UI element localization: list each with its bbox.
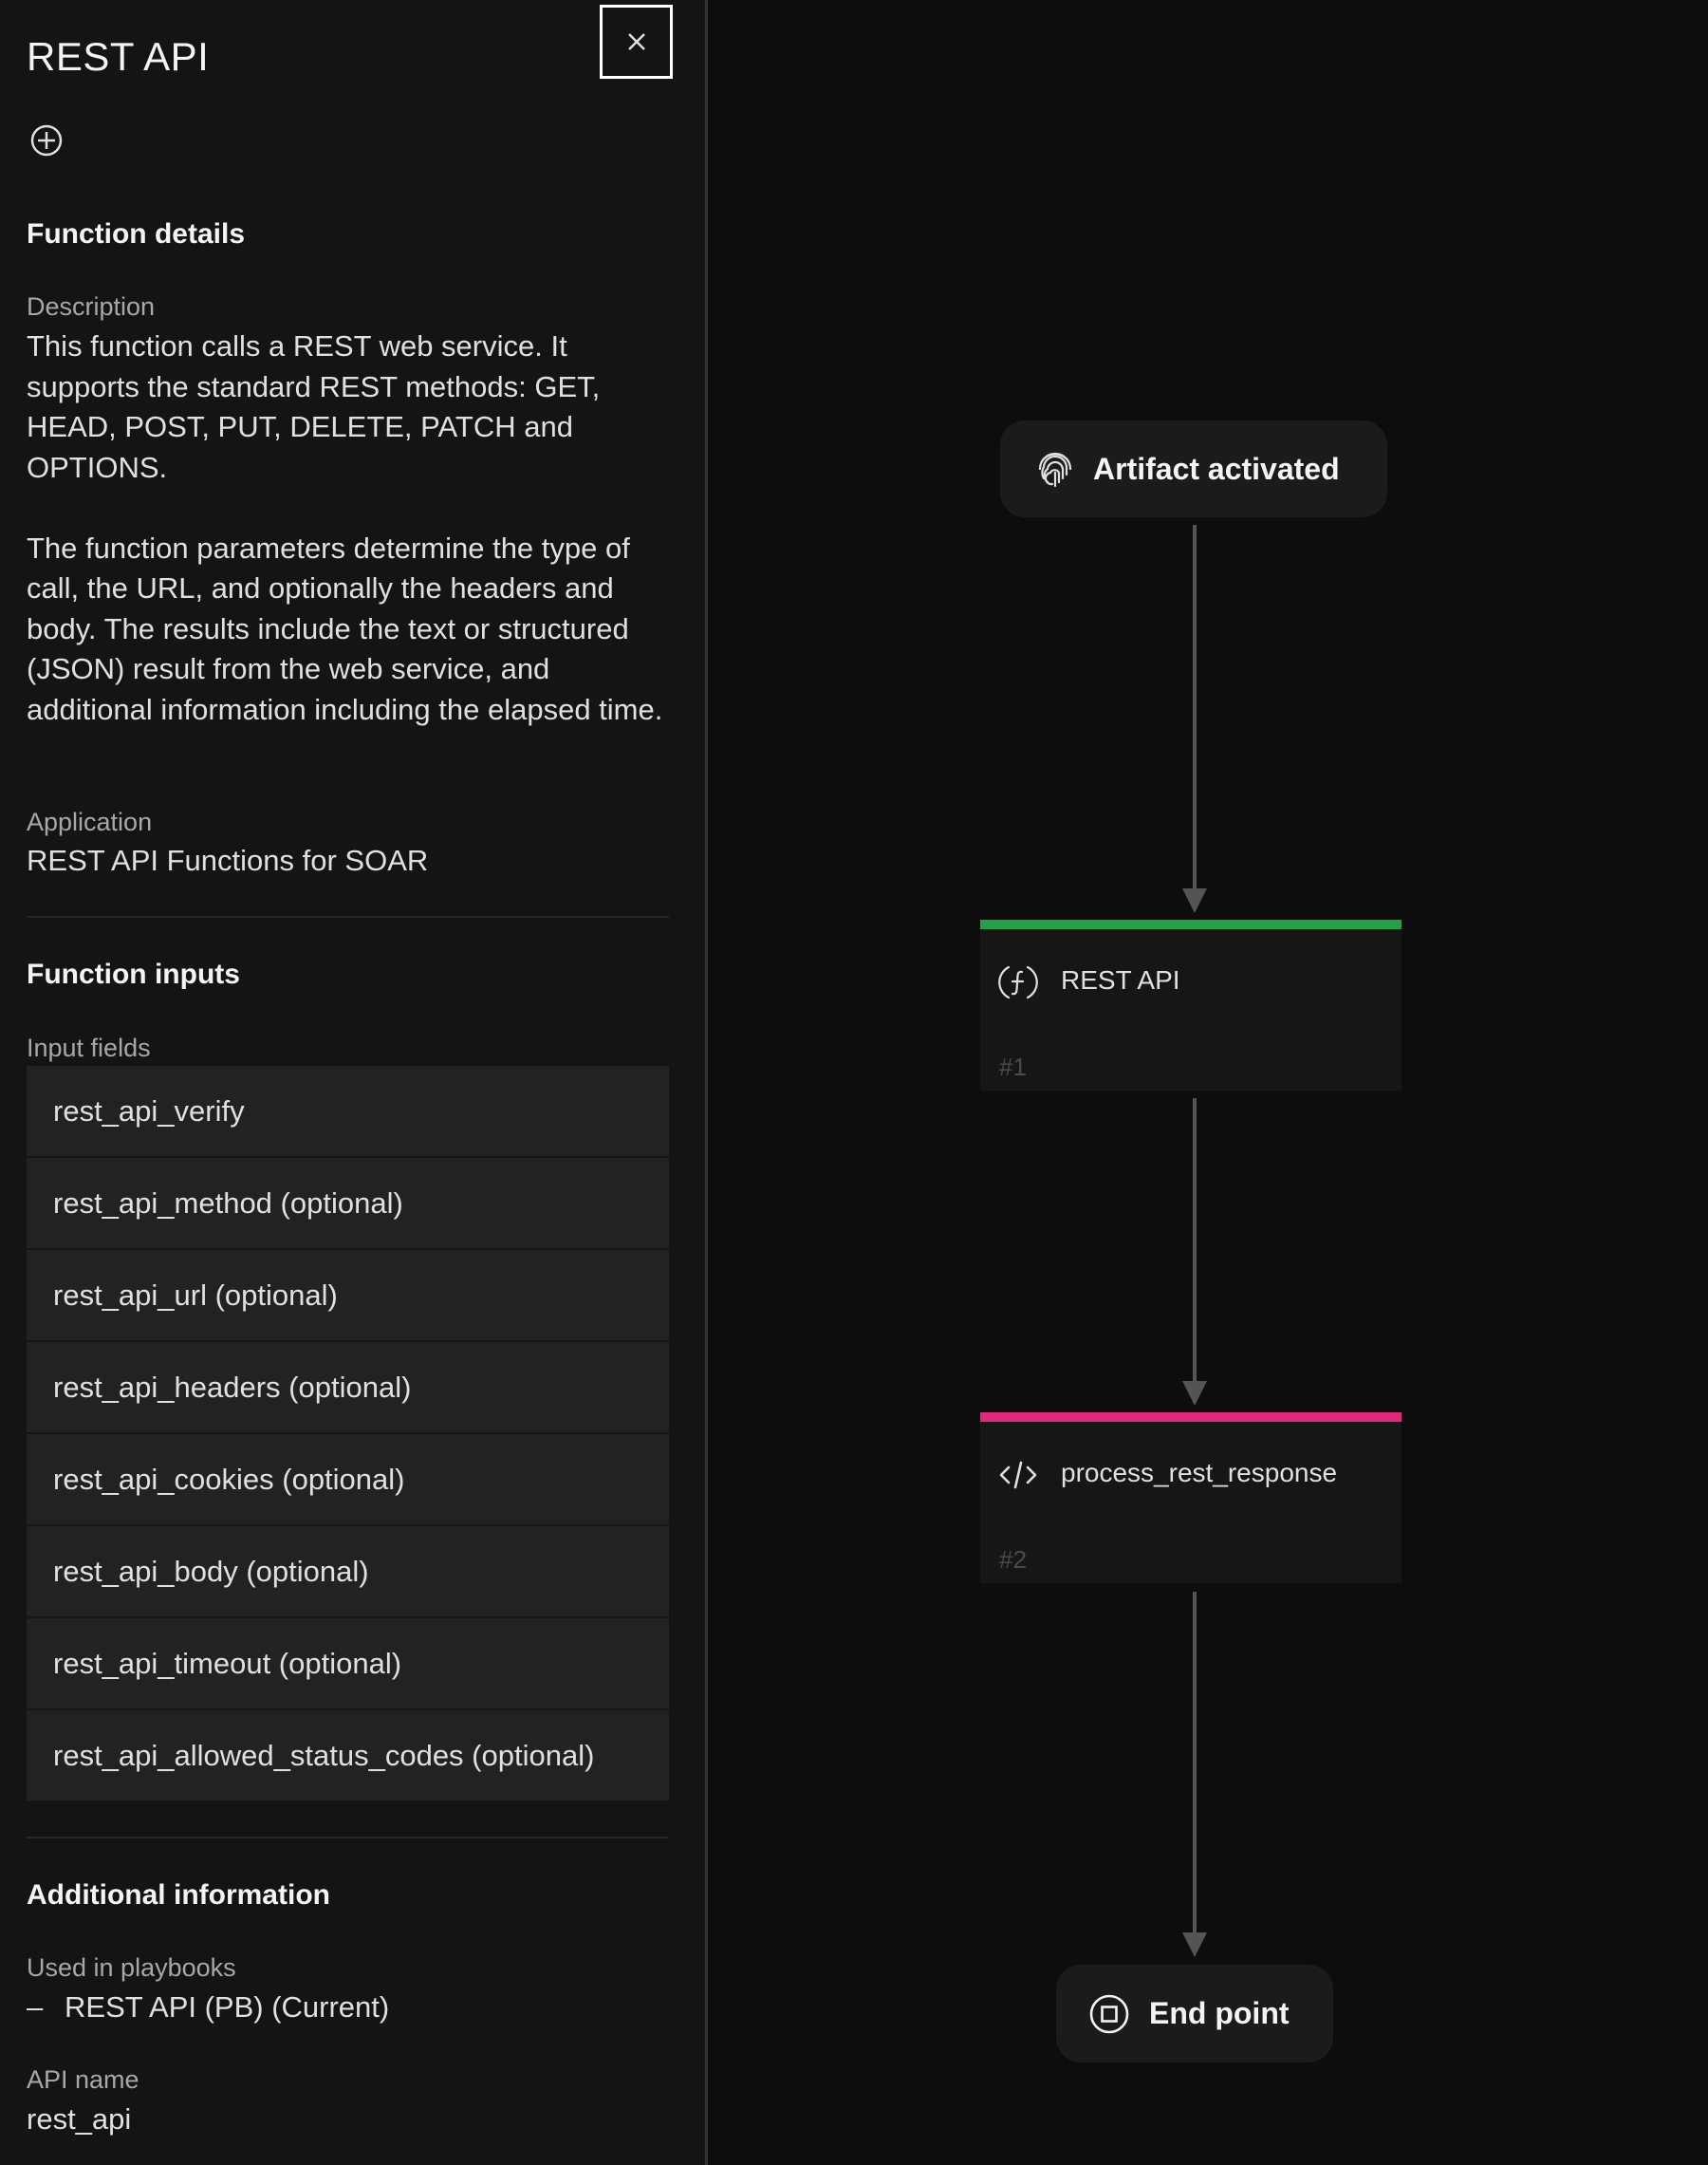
node-status-bar [980,920,1402,929]
function-icon [998,965,1038,999]
node-number: #1 [999,1053,1027,1081]
node-status-bar [980,1412,1402,1422]
code-icon [999,1461,1037,1489]
input-field-row: rest_api_headers (optional) [27,1342,669,1434]
node-label: End point [1149,1996,1290,2030]
playbook-name[interactable]: REST API (PB) (Current) [65,1990,389,2025]
arrowhead [1182,888,1207,913]
function-details-heading: Function details [27,218,246,250]
application-label: Application [27,808,153,836]
node-label: process_rest_response [1061,1458,1338,1487]
input-fields-list: rest_api_verify rest_api_method (optiona… [27,1066,669,1801]
close-icon [627,33,645,50]
stop-circle-icon [1089,1994,1129,2034]
playbook-list-item[interactable]: – REST API (PB) (Current) [27,1990,389,2025]
description-text: This function calls a REST web service. … [27,327,681,730]
input-fields-label: Input fields [27,1034,151,1062]
function-node[interactable]: REST API #1 [980,920,1402,1091]
function-inputs-heading: Function inputs [27,959,240,990]
arrowhead [1182,1381,1207,1406]
description-label: Description [27,292,156,321]
script-node[interactable]: process_rest_response #2 [980,1412,1402,1583]
input-field-row: rest_api_allowed_status_codes (optional) [27,1710,669,1801]
close-button[interactable] [600,5,673,79]
additional-information-heading: Additional information [27,1879,330,1911]
start-node[interactable]: Artifact activated [1000,420,1387,517]
edge-line [1193,1592,1197,1933]
input-field-row: rest_api_url (optional) [27,1250,669,1342]
add-circle-icon[interactable] [29,123,64,158]
fingerprint-icon [1038,452,1072,488]
input-field-row: rest_api_verify [27,1066,669,1158]
node-label: Artifact activated [1093,451,1340,486]
api-name-label: API name [27,2065,139,2094]
input-field-row: rest_api_method (optional) [27,1158,669,1250]
end-node[interactable]: End point [1056,1965,1333,2062]
section-divider [27,1837,669,1838]
description-paragraph: This function calls a REST web service. … [27,329,601,484]
function-details-panel: REST API Function details Description Th… [0,0,705,2165]
arrowhead [1182,1932,1207,1957]
input-field-row: rest_api_timeout (optional) [27,1618,669,1710]
used-in-playbooks-label: Used in playbooks [27,1953,236,1982]
panel-title: REST API [27,34,210,79]
edge-line [1193,525,1197,890]
section-divider [27,916,669,918]
edge-line [1193,1098,1197,1383]
input-field-row: rest_api_body (optional) [27,1526,669,1618]
description-paragraph: The function parameters determine the ty… [27,531,663,726]
list-bullet: – [27,1990,44,2024]
application-value: REST API Functions for SOAR [27,844,429,877]
api-name-value: rest_api [27,2102,132,2136]
input-field-row: rest_api_cookies (optional) [27,1434,669,1526]
node-label: REST API [1061,965,1180,995]
node-number: #2 [999,1545,1027,1574]
